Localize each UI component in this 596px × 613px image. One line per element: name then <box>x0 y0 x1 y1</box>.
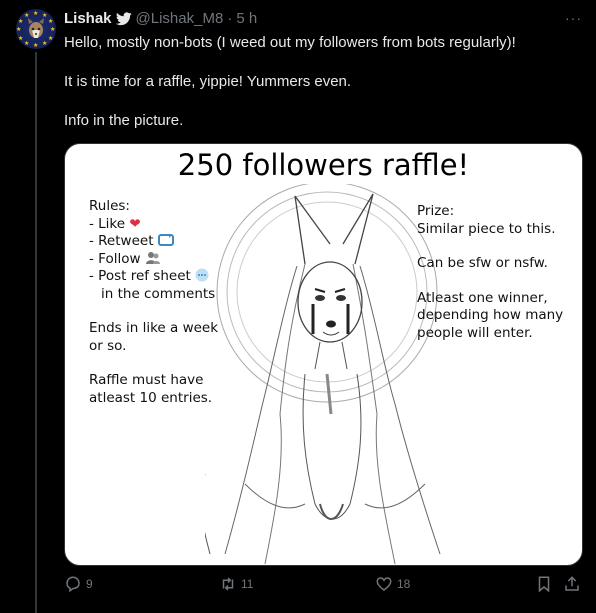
rule-follow: - Follow <box>89 250 141 267</box>
ends-line: or so. <box>89 337 127 354</box>
winner-block: Atleast one winner, depending how many p… <box>417 290 563 343</box>
minimum-line: atleast 10 entries. <box>89 389 213 406</box>
rule-like: - Like <box>89 215 126 232</box>
reply-count: 9 <box>86 577 93 591</box>
share-button[interactable] <box>563 575 581 593</box>
rule-item: - Follow <box>89 251 218 269</box>
prize-block: Prize: Similar piece to this. <box>417 203 563 238</box>
minimum-block: Raffle must have atleast 10 entries. <box>89 372 218 407</box>
bird-icon <box>115 12 132 26</box>
reply-icon <box>66 576 80 593</box>
ends-line: Ends in like a week <box>89 320 219 336</box>
image-title: 250 followers raffle! <box>177 148 470 182</box>
winner-line: people will enter. <box>417 324 533 341</box>
star-icon: ★ <box>16 27 22 33</box>
star-icon: ★ <box>50 27 56 33</box>
avatar-character-icon <box>28 18 44 38</box>
tweet-header: Lishak @Lishak_M8 · 5 h <box>64 10 257 28</box>
rule-item: - Post ref sheet <box>89 268 218 286</box>
rules-column: Rules: - Like ❤ - Retweet - Follow - Pos… <box>89 198 218 424</box>
star-icon: ★ <box>48 36 54 42</box>
people-icon <box>145 251 160 264</box>
star-icon: ★ <box>33 11 39 17</box>
sfw-line: Can be sfw or nsfw. <box>417 255 548 271</box>
retweet-count: 11 <box>241 577 254 591</box>
winner-line: depending how many <box>417 307 564 323</box>
bookmark-button[interactable] <box>535 575 553 593</box>
sfw-block: Can be sfw or nsfw. <box>417 255 563 273</box>
action-bar: 9 11 18 <box>64 575 584 597</box>
rule-item: in the comments <box>101 285 216 302</box>
speech-bubble-icon <box>195 268 209 282</box>
retweet-icon <box>157 234 174 246</box>
bookmark-icon <box>538 576 550 593</box>
tweet-text: Hello, mostly non-bots (I weed out my fo… <box>64 33 574 150</box>
rule-ref-sheet: - Post ref sheet <box>89 268 191 284</box>
prize-column: Prize: Similar piece to this. Can be sfw… <box>417 203 563 359</box>
share-icon <box>565 576 579 591</box>
reply-button[interactable]: 9 <box>64 575 93 593</box>
thread-line <box>35 52 37 613</box>
star-icon: ★ <box>18 19 24 25</box>
rule-item: - Like ❤ <box>89 216 218 234</box>
user-handle[interactable]: @Lishak_M8 <box>136 10 224 28</box>
prize-heading: Prize: <box>417 203 455 219</box>
more-options-icon[interactable]: ··· <box>565 10 582 26</box>
tweet-line: Info in the picture. <box>64 112 184 129</box>
star-icon: ★ <box>48 19 54 25</box>
like-count: 18 <box>397 577 411 591</box>
like-button[interactable]: 18 <box>375 575 410 593</box>
tweet-line: It is time for a raffle, yippie! Yummers… <box>64 73 352 90</box>
prize-desc: Similar piece to this. <box>417 220 556 237</box>
ends-block: Ends in like a week or so. <box>89 320 218 355</box>
retweet-icon <box>222 577 234 591</box>
display-name[interactable]: Lishak <box>64 10 112 28</box>
rules-block: Rules: - Like ❤ - Retweet - Follow - Pos… <box>89 198 218 303</box>
heart-icon <box>376 577 392 591</box>
separator: · <box>227 10 233 27</box>
rules-heading: Rules: <box>89 198 130 214</box>
retweet-button[interactable]: 11 <box>219 575 253 593</box>
tweet-image[interactable]: 250 followers raffle! Rules: - Like ❤ - … <box>64 143 583 566</box>
avatar[interactable]: ★ ★ ★ ★ ★ ★ ★ ★ ★ ★ ★ ★ <box>16 9 56 49</box>
heart-icon: ❤ <box>129 215 141 232</box>
character-sketch <box>205 184 441 564</box>
star-icon: ★ <box>18 36 24 42</box>
minimum-line: Raffle must have <box>89 372 204 388</box>
rule-retweet: - Retweet <box>89 233 154 249</box>
star-icon: ★ <box>33 43 39 49</box>
timestamp[interactable]: 5 h <box>236 10 257 28</box>
rule-item: - Retweet <box>89 233 218 251</box>
winner-line: Atleast one winner, <box>417 289 548 306</box>
tweet-line: Hello, mostly non-bots (I weed out my fo… <box>64 34 516 51</box>
